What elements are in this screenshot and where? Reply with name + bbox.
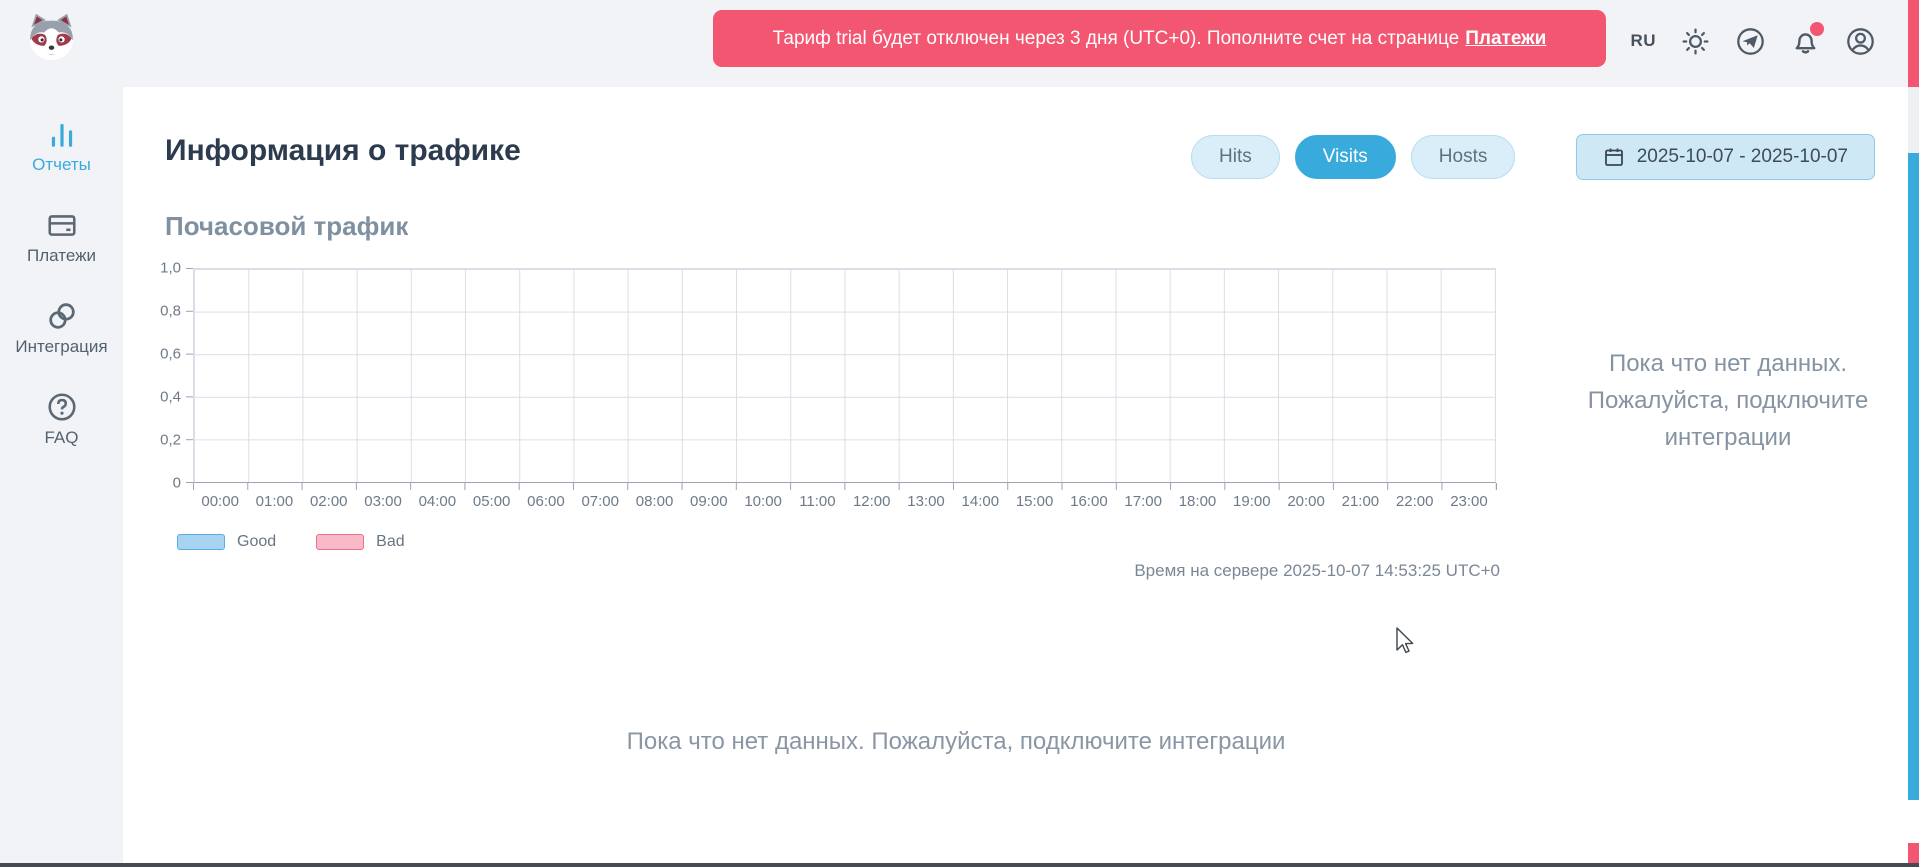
topbar-actions: RU bbox=[1630, 0, 1876, 82]
banner-payments-link[interactable]: Платежи bbox=[1465, 28, 1546, 50]
x-axis-label: 22:00 bbox=[1388, 493, 1442, 510]
x-axis-label: 08:00 bbox=[627, 493, 681, 510]
metric-tabs: Hits Visits Hosts bbox=[1191, 135, 1515, 179]
banner-message: Тариф trial будет отключен через 3 дня (… bbox=[773, 28, 1460, 50]
hourly-traffic-chart bbox=[193, 268, 1496, 483]
x-axis-label: 02:00 bbox=[302, 493, 356, 510]
x-axis-label: 14:00 bbox=[953, 493, 1007, 510]
sidebar-item-label: Отчеты bbox=[32, 155, 91, 175]
scrollbar-track bbox=[1908, 87, 1919, 153]
trial-warning-banner: Тариф trial будет отключен через 3 дня (… bbox=[713, 10, 1606, 67]
legend-swatch bbox=[316, 534, 364, 550]
window-bottom-edge bbox=[0, 863, 1919, 867]
x-axis-label: 18:00 bbox=[1170, 493, 1224, 510]
x-axis-label: 20:00 bbox=[1279, 493, 1333, 510]
date-range-value: 2025-10-07 - 2025-10-07 bbox=[1637, 146, 1848, 168]
bar-chart-icon bbox=[46, 118, 78, 150]
x-axis-label: 01:00 bbox=[247, 493, 301, 510]
legend-item-bad: Bad bbox=[316, 533, 404, 551]
x-axis-label: 13:00 bbox=[899, 493, 953, 510]
y-axis-label: 0,8 bbox=[160, 303, 181, 320]
x-axis-ticks bbox=[193, 483, 1497, 490]
tab-hits[interactable]: Hits bbox=[1191, 135, 1280, 179]
chart-empty-message: Пока что нет данных. Пожалуйста, подключ… bbox=[1553, 345, 1903, 456]
notification-badge bbox=[1810, 22, 1824, 36]
x-axis-labels: 00:0001:0002:0003:0004:0005:0006:0007:00… bbox=[193, 493, 1496, 510]
sidebar-item-integration[interactable]: Интеграция bbox=[0, 300, 123, 357]
x-axis-label: 06:00 bbox=[519, 493, 573, 510]
app-logo-raccoon[interactable] bbox=[24, 11, 79, 66]
x-axis-label: 21:00 bbox=[1333, 493, 1387, 510]
faq-icon bbox=[46, 391, 78, 423]
x-axis-label: 04:00 bbox=[410, 493, 464, 510]
legend-label: Good bbox=[237, 533, 276, 551]
section-title: Почасовой трафик bbox=[165, 211, 408, 242]
telegram-icon[interactable] bbox=[1735, 26, 1766, 57]
server-time: Время на сервере 2025-10-07 14:53:25 UTC… bbox=[193, 561, 1500, 581]
sidebar-nav: Отчеты Платежи Интеграция FAQ bbox=[0, 118, 123, 448]
calendar-icon bbox=[1603, 146, 1625, 168]
date-range-picker[interactable]: 2025-10-07 - 2025-10-07 bbox=[1576, 134, 1875, 180]
scrollbar-thumb[interactable] bbox=[1908, 153, 1919, 800]
sidebar-item-label: Интеграция bbox=[15, 337, 107, 357]
x-axis-label: 07:00 bbox=[573, 493, 627, 510]
x-axis-label: 23:00 bbox=[1442, 493, 1496, 510]
legend-label: Bad bbox=[376, 533, 404, 551]
theme-sun-icon[interactable] bbox=[1680, 26, 1711, 57]
x-axis-label: 10:00 bbox=[736, 493, 790, 510]
legend-swatch bbox=[177, 534, 225, 550]
main-panel: Информация о трафике Hits Visits Hosts 202… bbox=[123, 87, 1919, 863]
y-axis-label: 0,2 bbox=[160, 432, 181, 449]
y-axis-labels: 1,00,80,60,40,20 bbox=[123, 268, 181, 483]
y-axis-label: 0,6 bbox=[160, 346, 181, 363]
sidebar-item-payments[interactable]: Платежи bbox=[0, 209, 123, 266]
page-empty-message: Пока что нет данных. Пожалуйста, подключ… bbox=[123, 728, 1789, 756]
x-axis-label: 05:00 bbox=[464, 493, 518, 510]
x-axis-label: 09:00 bbox=[682, 493, 736, 510]
x-axis-label: 17:00 bbox=[1116, 493, 1170, 510]
chart-legend: Good Bad bbox=[177, 533, 405, 551]
tab-visits[interactable]: Visits bbox=[1295, 135, 1396, 179]
page-scrollbar-top[interactable] bbox=[1908, 0, 1919, 87]
y-axis-label: 0,4 bbox=[160, 389, 181, 406]
integration-link-icon bbox=[46, 300, 78, 332]
y-axis-ticks bbox=[186, 268, 193, 483]
y-axis-label: 0 bbox=[173, 475, 181, 492]
x-axis-label: 00:00 bbox=[193, 493, 247, 510]
sidebar-item-label: FAQ bbox=[44, 428, 78, 448]
profile-icon[interactable] bbox=[1845, 26, 1876, 57]
page-title: Информация о трафике bbox=[165, 134, 521, 168]
x-axis-label: 12:00 bbox=[845, 493, 899, 510]
y-axis-label: 1,0 bbox=[160, 260, 181, 277]
sidebar-item-label: Платежи bbox=[27, 246, 96, 266]
page-scrollbar-bottom[interactable] bbox=[1908, 843, 1919, 863]
notifications-bell-icon[interactable] bbox=[1790, 26, 1821, 57]
x-axis-label: 15:00 bbox=[1007, 493, 1061, 510]
language-switcher[interactable]: RU bbox=[1630, 31, 1656, 51]
x-axis-label: 19:00 bbox=[1225, 493, 1279, 510]
tab-hosts[interactable]: Hosts bbox=[1411, 135, 1516, 179]
sidebar-item-reports[interactable]: Отчеты bbox=[0, 118, 123, 175]
credit-card-icon bbox=[46, 209, 78, 241]
legend-item-good: Good bbox=[177, 533, 276, 551]
x-axis-label: 11:00 bbox=[790, 493, 844, 510]
raccoon-icon bbox=[24, 11, 79, 66]
x-axis-label: 16:00 bbox=[1062, 493, 1116, 510]
x-axis-label: 03:00 bbox=[356, 493, 410, 510]
sidebar-item-faq[interactable]: FAQ bbox=[0, 391, 123, 448]
